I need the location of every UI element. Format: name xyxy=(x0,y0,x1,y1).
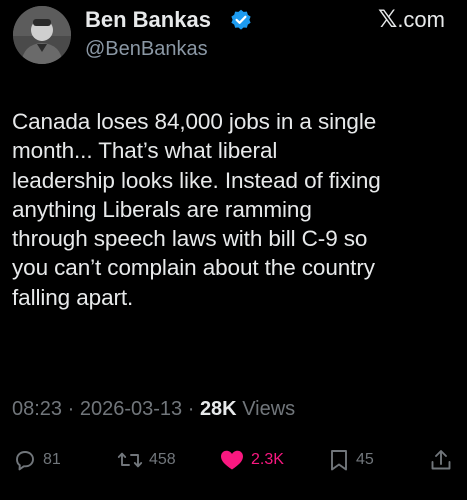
meta-separator: · xyxy=(62,398,80,420)
tweet-text: Canada loses 84,000 jobs in a single mon… xyxy=(12,107,457,312)
tweet-text-line: falling apart. xyxy=(12,284,134,310)
like-count: 2.3K xyxy=(251,451,284,468)
person-avatar-icon xyxy=(13,6,71,64)
tweet-text-line: leadership looks like. Instead of fixing xyxy=(12,167,381,193)
tweet-date[interactable]: 2026-03-13 xyxy=(80,398,182,420)
x-logo-icon: 𝕏 xyxy=(377,6,398,33)
action-bar: 81 458 2.3K 45 xyxy=(0,445,467,475)
views-count[interactable]: 28K xyxy=(200,398,237,420)
repost-button[interactable]: 458 xyxy=(117,445,176,475)
tweet-text-line: anything Liberals are ramming xyxy=(12,196,312,222)
site-label: 𝕏.com xyxy=(378,6,445,34)
bookmark-count: 45 xyxy=(356,451,374,468)
reply-count: 81 xyxy=(43,451,61,468)
meta-separator: · xyxy=(182,398,200,420)
bookmark-icon xyxy=(331,450,347,471)
like-button[interactable]: 2.3K xyxy=(219,445,284,475)
heart-filled-icon xyxy=(221,450,243,470)
bookmark-button[interactable]: 45 xyxy=(328,445,374,475)
repost-icon xyxy=(117,452,143,468)
reply-button[interactable]: 81 xyxy=(13,445,61,475)
site-domain: .com xyxy=(397,7,445,32)
tweet-card: Ben Bankas @BenBankas 𝕏.com Canada loses… xyxy=(0,0,467,500)
author-handle[interactable]: @BenBankas xyxy=(85,36,208,62)
tweet-text-line: through speech laws with bill C-9 so xyxy=(12,226,368,252)
tweet-time[interactable]: 08:23 xyxy=(12,398,62,420)
tweet-text-line: month... That’s what liberal xyxy=(12,138,278,164)
reply-icon xyxy=(16,451,34,471)
tweet-meta: 08:23 · 2026-03-13 · 28K Views xyxy=(12,396,295,422)
views-label: Views xyxy=(236,398,296,420)
author-name[interactable]: Ben Bankas xyxy=(85,6,211,34)
share-icon xyxy=(431,450,451,470)
share-button[interactable] xyxy=(429,445,453,475)
tweet-text-line: Canada loses 84,000 jobs in a single xyxy=(12,109,377,134)
avatar[interactable] xyxy=(13,6,71,64)
verified-badge-icon xyxy=(231,9,251,30)
tweet-text-line: you can’t complain about the country xyxy=(12,255,375,281)
repost-count: 458 xyxy=(149,451,176,468)
